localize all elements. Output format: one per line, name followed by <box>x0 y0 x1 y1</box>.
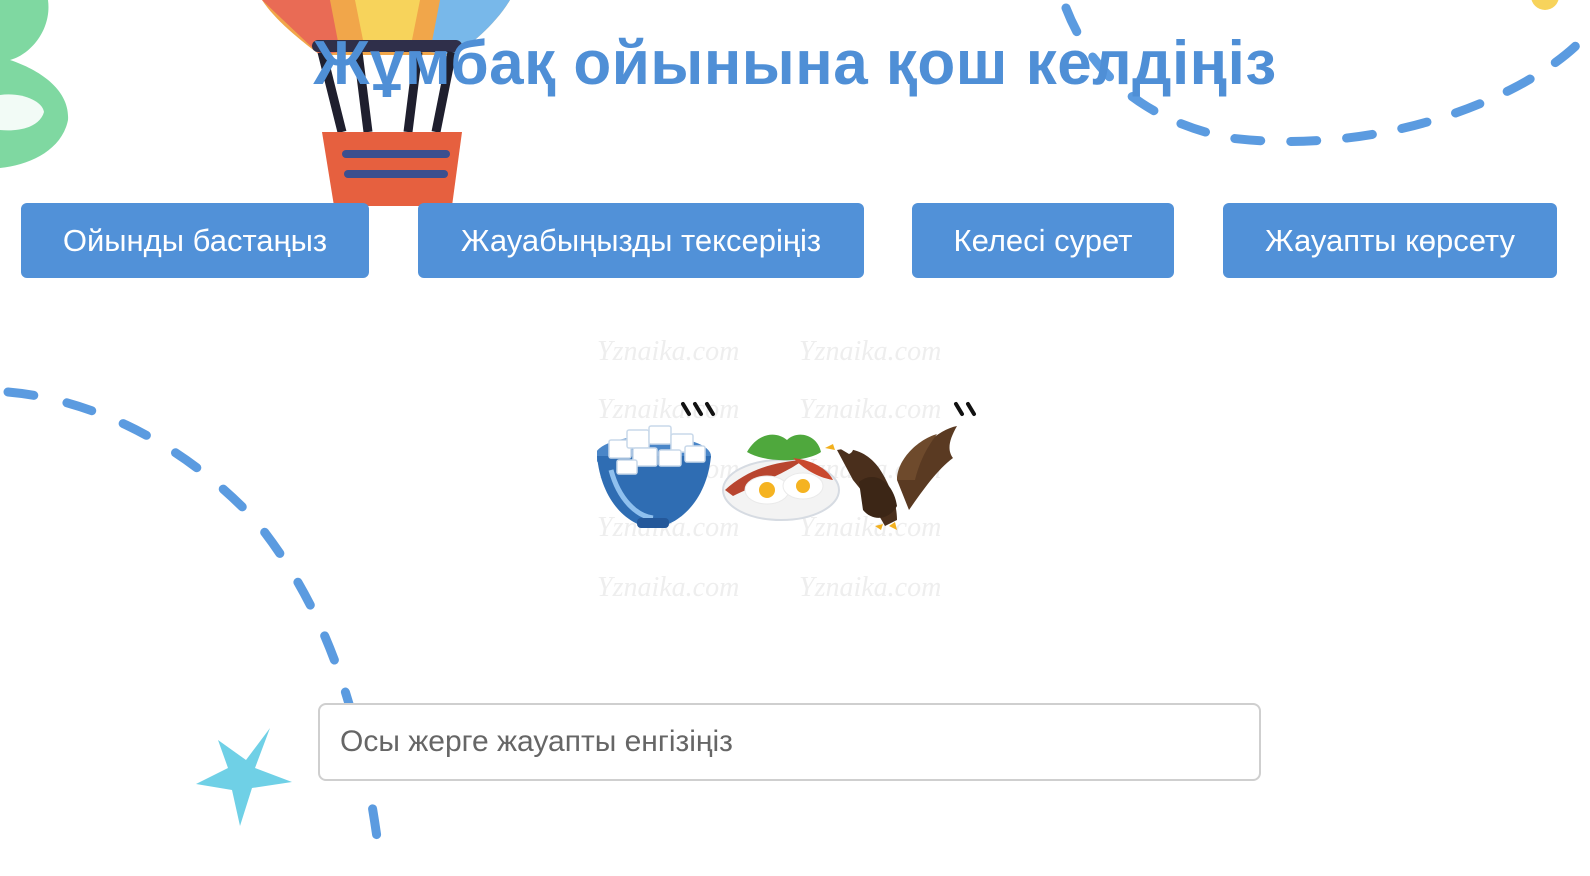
watermark-text: Yznaika.com <box>597 572 739 603</box>
fried-eggs-plate-icon <box>722 434 840 521</box>
puzzle-image: Yznaika.com Yznaika.com Yznaika.com Yzna… <box>597 336 976 603</box>
watermark-text: Yznaika.com <box>799 394 941 425</box>
watermark-text: Yznaika.com <box>799 512 941 543</box>
watermark-text: Yznaika.com <box>597 394 739 425</box>
watermark-text: Yznaika.com <box>597 336 739 367</box>
yellow-dot-decoration <box>1531 0 1559 10</box>
answer-input[interactable] <box>318 703 1261 781</box>
page-title: Жұмбақ ойынына қош келдіңіз <box>313 29 1277 98</box>
next-picture-button[interactable]: Келесі сурет <box>912 203 1174 278</box>
watermark-text: Yznaika.com <box>799 336 941 367</box>
watermark-text: Yznaika.com <box>799 572 941 603</box>
star-decoration <box>196 728 292 826</box>
show-answer-button[interactable]: Жауапты көрсету <box>1223 203 1557 278</box>
dashed-path-left <box>3 387 385 865</box>
start-game-button[interactable]: Ойынды бастаңыз <box>21 203 369 278</box>
check-answer-button[interactable]: Жауабыңызды тексеріңіз <box>418 203 864 278</box>
